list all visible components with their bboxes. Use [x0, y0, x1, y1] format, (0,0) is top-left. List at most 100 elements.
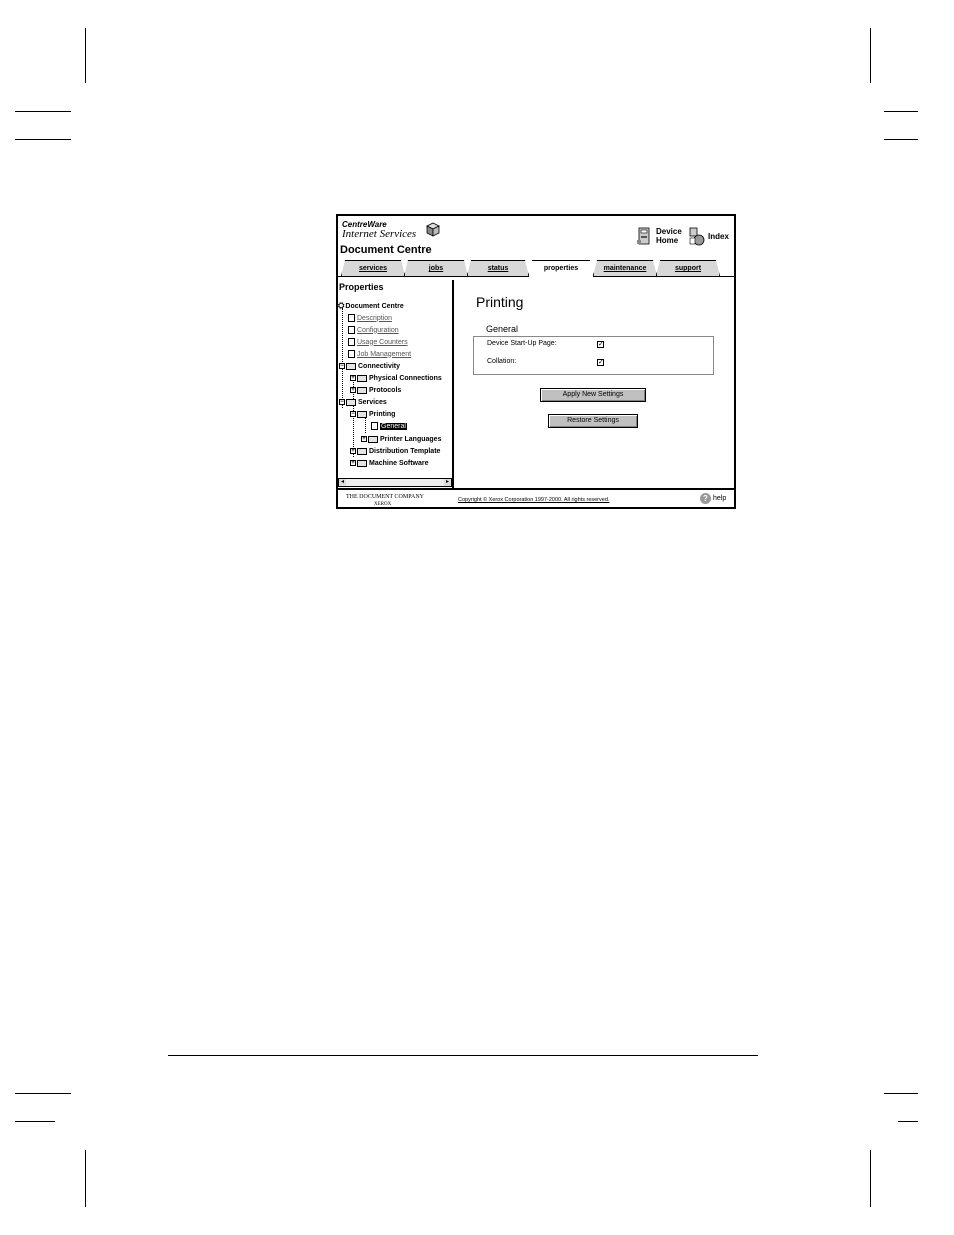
crop-mark [870, 28, 871, 83]
tree-label: Distribution Template [369, 447, 441, 455]
crop-mark [85, 28, 86, 83]
folder-icon [357, 386, 367, 394]
crop-mark [870, 1150, 871, 1207]
tab-status[interactable]: status [467, 260, 529, 276]
tree-item-machine-software[interactable]: + Machine Software [350, 457, 429, 469]
crop-mark [15, 1121, 55, 1122]
tree-item-description[interactable]: Description [348, 312, 392, 324]
expand-icon[interactable]: + [350, 387, 356, 393]
tab-properties[interactable]: properties [528, 260, 594, 277]
expand-icon[interactable]: + [350, 448, 356, 454]
tree-item-usage-counters[interactable]: Usage Counters [348, 336, 408, 348]
help-icon: ? [700, 493, 711, 504]
folder-icon [368, 435, 378, 443]
tree-item-printer-languages[interactable]: + Printer Languages [361, 433, 441, 445]
browser-screenshot: CentreWare Internet Services Document Ce… [336, 214, 736, 509]
page-icon [348, 326, 355, 334]
horizontal-scrollbar[interactable]: ◂ ▸ [338, 478, 452, 487]
page-icon [348, 338, 355, 346]
index-label: Index [708, 231, 729, 241]
tab-jobs[interactable]: jobs [404, 260, 468, 276]
tree-label: Printer Languages [380, 435, 442, 443]
expand-icon[interactable]: + [350, 375, 356, 381]
page-icon [371, 422, 378, 430]
tree-item-physical-connections[interactable]: + Physical Connections [350, 372, 442, 384]
expand-icon[interactable]: + [361, 436, 367, 442]
crop-mark [15, 139, 71, 140]
tree-label: Configuration [357, 326, 399, 334]
settings-pane: Printing General Device Start-Up Page: ✓… [456, 280, 734, 488]
expand-icon[interactable]: + [350, 460, 356, 466]
collation-checkbox[interactable]: ✓ [597, 359, 604, 366]
device-icon: ⛭ [338, 301, 345, 310]
tab-services[interactable]: services [341, 260, 405, 276]
tree-label: Services [358, 398, 387, 406]
tree-item-configuration[interactable]: Configuration [348, 324, 399, 336]
crop-mark [15, 1093, 71, 1094]
tree-item-job-management[interactable]: Job Management [348, 348, 411, 360]
scroll-right-icon[interactable]: ▸ [444, 479, 451, 486]
page-icon [348, 350, 355, 358]
help-link[interactable]: ? help [700, 493, 726, 504]
tree-label: Machine Software [369, 459, 429, 467]
apply-settings-button[interactable]: Apply New Settings [540, 388, 646, 402]
printer-icon [637, 227, 650, 245]
collapse-icon[interactable]: − [350, 411, 356, 417]
restore-settings-button[interactable]: Restore Settings [548, 414, 638, 428]
collapse-icon[interactable]: − [339, 399, 345, 405]
page-icon [348, 314, 355, 322]
folder-icon [357, 459, 367, 467]
company-tagline: THE DOCUMENT COMPANY [346, 494, 425, 500]
tree-item-printing[interactable]: − Printing [350, 408, 395, 420]
tree-item-distribution-templates[interactable]: + Distribution Template [350, 445, 440, 457]
crop-mark [85, 1150, 86, 1207]
setting-label-collation: Collation: [487, 358, 517, 365]
crop-mark [884, 139, 918, 140]
tab-maintenance[interactable]: maintenance [593, 260, 657, 276]
pane-title: Properties [339, 282, 384, 292]
cube-icon [426, 222, 440, 237]
folder-icon [357, 410, 367, 418]
scroll-left-icon[interactable]: ◂ [339, 479, 346, 486]
index-icon [689, 227, 705, 246]
tree-root-document-centre[interactable]: ⛭ Document Centre [338, 300, 404, 312]
subsection-heading: General [486, 324, 519, 334]
folder-icon [346, 362, 356, 370]
tree-label: Description [357, 314, 393, 322]
tree-label: Document Centre [345, 302, 404, 310]
tab-support[interactable]: support [656, 260, 720, 276]
tree-label: Job Management [357, 350, 412, 358]
crop-mark [898, 1121, 918, 1122]
footer-bar: THE DOCUMENT COMPANY XEROX Copyright © X… [338, 488, 734, 507]
tree-item-connectivity[interactable]: − Connectivity [339, 360, 400, 372]
tab-bar: services jobs status properties maintena… [338, 260, 734, 278]
tree-item-general[interactable]: General [371, 420, 407, 432]
crop-mark [884, 111, 918, 112]
device-home-label: Device Home [656, 227, 682, 245]
tree-label: Physical Connections [369, 374, 442, 382]
logo-internet-services: Internet Services [342, 228, 417, 240]
settings-group: Device Start-Up Page: ✓ Collation: ✓ [473, 336, 714, 375]
help-label: help [713, 495, 727, 502]
crop-mark [884, 1093, 918, 1094]
tree-guide [342, 308, 343, 408]
device-home-link[interactable]: Device Home [636, 226, 686, 246]
folder-icon [357, 374, 367, 382]
page-footer-rule [168, 1055, 758, 1056]
page-title: Document Centre [340, 244, 432, 256]
tree-label: Printing [369, 410, 396, 418]
setting-label-startup-page: Device Start-Up Page: [487, 340, 557, 347]
section-heading: Printing [476, 294, 524, 310]
tree-item-protocols[interactable]: + Protocols [350, 384, 401, 396]
copyright-link[interactable]: Copyright © Xerox Corporation 1997-2000.… [458, 497, 609, 503]
index-link[interactable]: Index [688, 226, 729, 246]
collapse-icon[interactable]: − [339, 363, 345, 369]
folder-icon [357, 447, 367, 455]
tree-label: Usage Counters [357, 338, 408, 346]
brand-logo: XEROX [374, 502, 392, 507]
startup-page-checkbox[interactable]: ✓ [597, 341, 604, 348]
tree-label: Protocols [369, 386, 402, 394]
properties-tree-pane: Properties ⛭ Document Centre Description… [338, 280, 454, 488]
tree-item-services[interactable]: − Services [339, 396, 387, 408]
tree-label: Connectivity [358, 362, 401, 370]
